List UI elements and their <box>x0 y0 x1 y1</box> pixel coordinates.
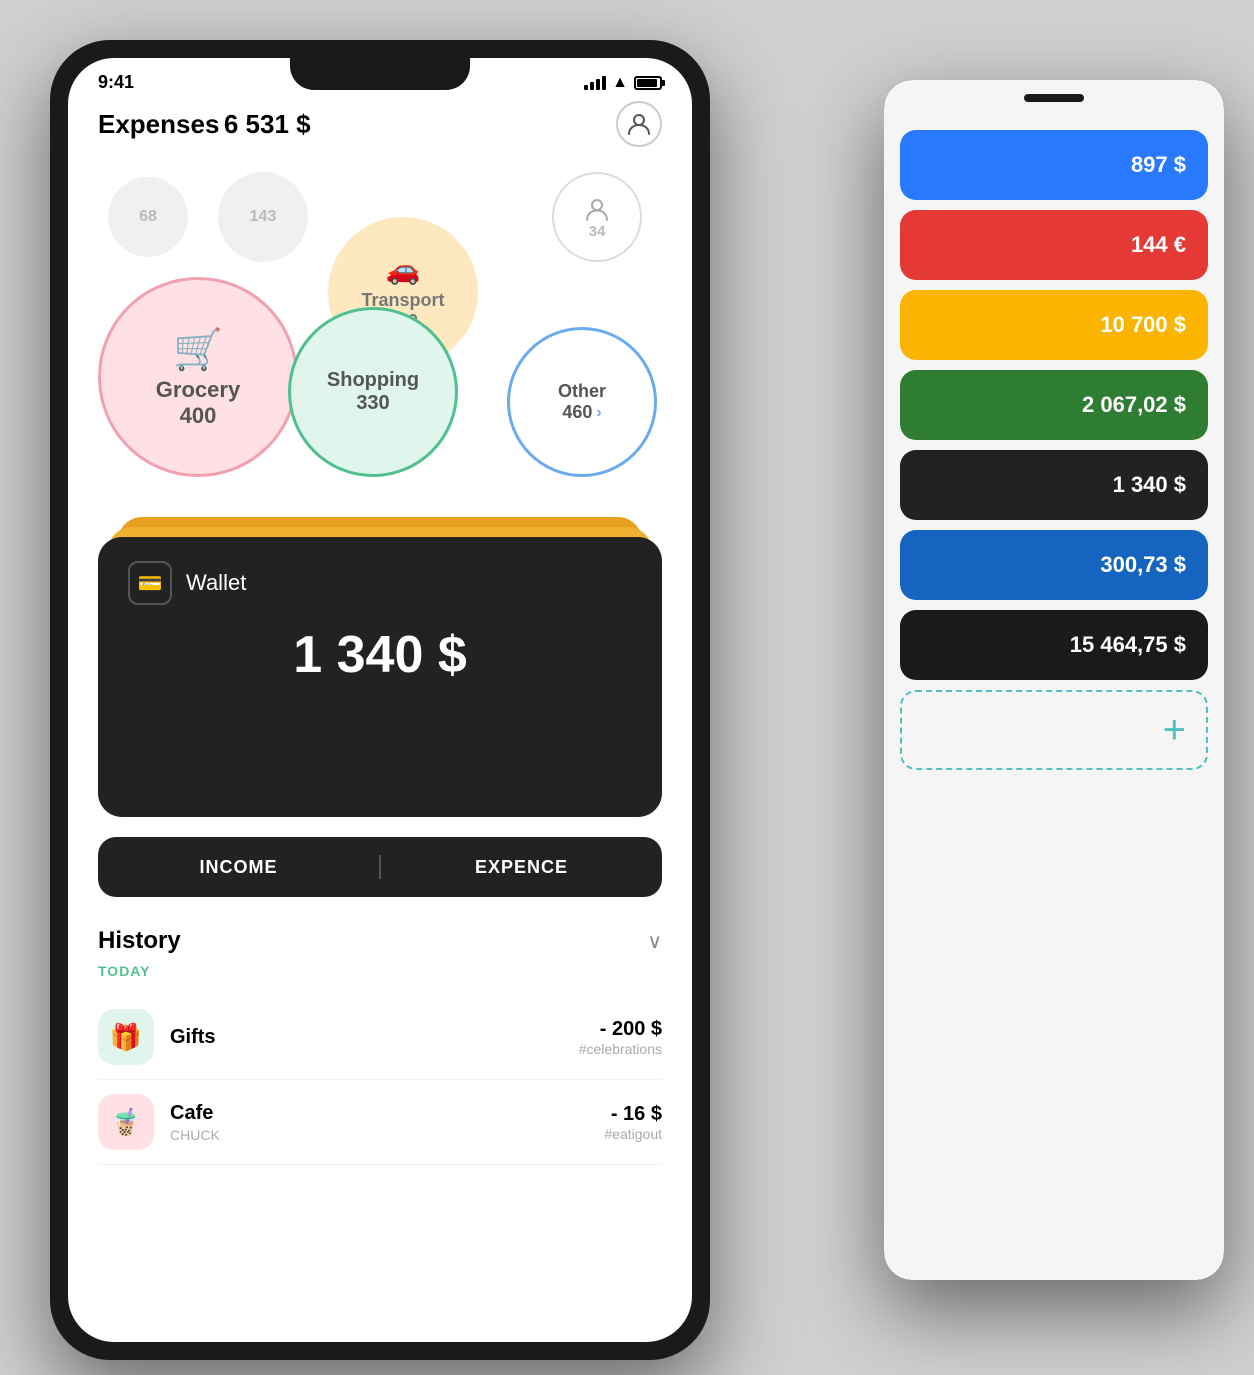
card-blue2[interactable]: 300,73 $ <box>900 530 1208 600</box>
history-item-cafe[interactable]: 🧋 Cafe CHUCK - 16 $ #eatigout <box>98 1080 662 1165</box>
expenses-amount: 6 531 $ <box>224 109 311 139</box>
bubble-shopping-value: 330 <box>356 392 389 415</box>
cafe-sub: CHUCK <box>170 1127 588 1143</box>
add-button-icon[interactable]: + <box>1163 708 1186 753</box>
cards-list: 897 $ 144 € 10 700 $ 2 067,02 $ 1 340 $ … <box>884 80 1224 790</box>
android-screen: 897 $ 144 € 10 700 $ 2 067,02 $ 1 340 $ … <box>884 80 1224 1280</box>
bubble-other-label: Other <box>558 381 606 402</box>
wallet-name: Wallet <box>186 570 246 596</box>
card-dark2-amount: 15 464,75 $ <box>1070 632 1186 658</box>
status-time: 9:41 <box>98 72 134 93</box>
wallet-top: 💳 Wallet <box>128 561 632 605</box>
bubble-68[interactable]: 68 <box>108 177 188 257</box>
expenses-title: Expenses <box>98 109 219 139</box>
card-blue-amount: 897 $ <box>1131 152 1186 178</box>
transport-icon: 🚗 <box>386 253 421 286</box>
bubble-other-value: 460 <box>562 402 592 423</box>
wallet-amount: 1 340 $ <box>128 625 632 685</box>
android-speaker <box>1024 94 1084 102</box>
signal-icon <box>584 76 606 90</box>
bubble-grocery-label: Grocery <box>156 377 240 403</box>
history-collapse-icon[interactable]: ∨ <box>647 929 662 954</box>
battery-icon <box>634 76 662 90</box>
bubble-grocery-value: 400 <box>180 403 217 429</box>
history-item-gifts[interactable]: 🎁 Gifts - 200 $ #celebrations <box>98 995 662 1080</box>
bubble-shopping[interactable]: Shopping 330 <box>288 307 458 477</box>
card-dark-amount: 1 340 $ <box>1113 472 1186 498</box>
expenses-header: Expenses 6 531 $ <box>98 101 662 147</box>
gifts-tag: #celebrations <box>579 1041 662 1057</box>
gifts-name: Gifts <box>170 1026 563 1049</box>
iphone-notch <box>290 58 470 90</box>
bubble-shopping-label: Shopping <box>327 369 419 392</box>
gifts-amount: - 200 $ <box>579 1018 662 1041</box>
card-red-amount: 144 € <box>1131 232 1186 258</box>
cafe-name: Cafe <box>170 1102 588 1125</box>
card-green[interactable]: 2 067,02 $ <box>900 370 1208 440</box>
income-tab[interactable]: INCOME <box>98 857 379 878</box>
tab-bar: INCOME EXPENCE <box>98 837 662 897</box>
wallet-card-main[interactable]: 💳 Wallet 1 340 $ <box>98 537 662 817</box>
wifi-icon: ▲ <box>612 74 628 92</box>
history-date: TODAY <box>98 963 662 979</box>
cafe-icon: 🧋 <box>98 1094 154 1150</box>
cafe-amount: - 16 $ <box>604 1103 662 1126</box>
card-yellow[interactable]: 10 700 $ <box>900 290 1208 360</box>
bubble-68-value: 68 <box>139 208 157 226</box>
bubble-143[interactable]: 143 <box>218 172 308 262</box>
card-blue[interactable]: 897 $ <box>900 130 1208 200</box>
card-red[interactable]: 144 € <box>900 210 1208 280</box>
bubble-grocery[interactable]: 🛒 Grocery 400 <box>98 277 298 477</box>
profile-icon[interactable] <box>616 101 662 147</box>
bubble-143-value: 143 <box>250 208 277 226</box>
card-dark2[interactable]: 15 464,75 $ <box>900 610 1208 680</box>
expense-tab[interactable]: EXPENCE <box>381 857 662 878</box>
bubble-other[interactable]: Other 460 › <box>507 327 657 477</box>
wallet-icon: 💳 <box>128 561 172 605</box>
android: 897 $ 144 € 10 700 $ 2 067,02 $ 1 340 $ … <box>884 80 1224 1280</box>
card-green-amount: 2 067,02 $ <box>1082 392 1186 418</box>
add-card-area[interactable]: + <box>900 690 1208 770</box>
other-chevron-icon: › <box>596 404 601 422</box>
bubble-profile-value: 34 <box>589 223 606 240</box>
cafe-tag: #eatigout <box>604 1126 662 1142</box>
wallet-stack: 💳 Wallet 1 340 $ <box>98 517 662 817</box>
scene: 9:41 ▲ <box>0 0 1254 1375</box>
history-header: History ∨ <box>98 927 662 955</box>
history-title: History <box>98 927 181 955</box>
iphone: 9:41 ▲ <box>50 40 710 1360</box>
status-icons: ▲ <box>584 74 662 92</box>
app-content: Expenses 6 531 $ 68 <box>68 101 692 1165</box>
gifts-icon: 🎁 <box>98 1009 154 1065</box>
bubble-profile[interactable]: 34 <box>552 172 642 262</box>
bubble-area: 68 143 34 <box>98 167 662 507</box>
card-blue2-amount: 300,73 $ <box>1100 552 1186 578</box>
iphone-screen: 9:41 ▲ <box>68 58 692 1342</box>
card-dark[interactable]: 1 340 $ <box>900 450 1208 520</box>
grocery-icon: 🛒 <box>173 326 223 373</box>
card-yellow-amount: 10 700 $ <box>1100 312 1186 338</box>
